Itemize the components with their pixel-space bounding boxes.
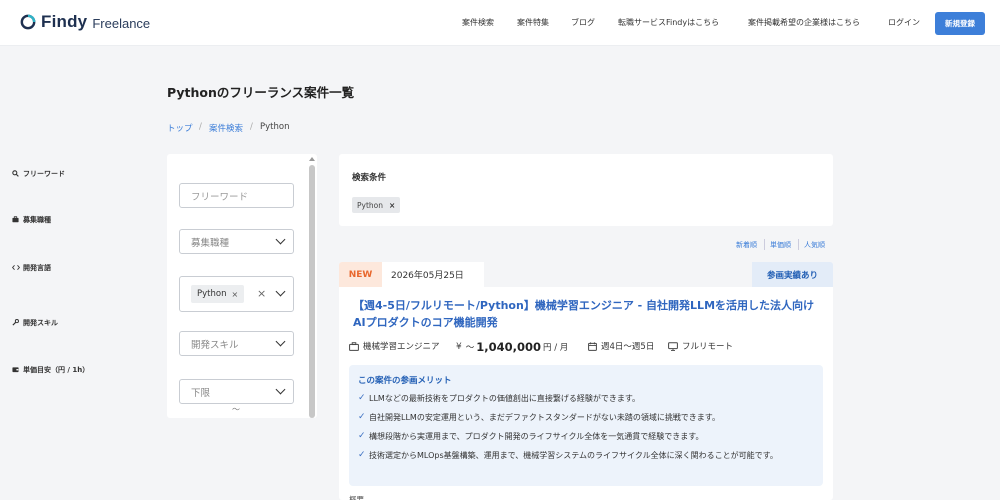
- merit-item: ✓ 構想段階から実運用まで、プロダクト開発のライフサイクル全体を一気通貫で経験で…: [358, 431, 704, 441]
- briefcase-icon: [349, 341, 359, 351]
- language-label: 開発言語: [12, 263, 51, 273]
- nav-features[interactable]: 案件特集: [517, 17, 549, 28]
- chevron-down-icon: [275, 384, 286, 395]
- yen-icon: ¥: [456, 342, 462, 352]
- remove-condition-icon[interactable]: ×: [389, 201, 395, 210]
- findy-logo-icon: [20, 14, 36, 30]
- job-days-text: 週4日〜週5日: [601, 342, 655, 352]
- nav-blog[interactable]: ブログ: [571, 17, 595, 28]
- nav-job-search[interactable]: 案件検索: [462, 17, 494, 28]
- freeword-label: フリーワード: [12, 169, 65, 179]
- condition-chip-label: Python: [357, 200, 383, 210]
- check-icon: ✓: [358, 450, 366, 460]
- brand-sub: Freelance: [92, 15, 151, 31]
- job-price: ¥ 〜 1,040,000 円 / 月: [456, 340, 568, 354]
- nav-for-companies[interactable]: 案件掲載希望の企業様はこちら: [748, 17, 860, 28]
- job-remote-text: フルリモート: [682, 342, 734, 352]
- chevron-down-icon: [275, 286, 286, 297]
- sidebar-scrollbar[interactable]: [309, 165, 315, 418]
- scroll-up-arrow-icon[interactable]: [309, 157, 315, 161]
- price-unit: 円 / 月: [543, 343, 569, 353]
- breadcrumb-current: Python: [260, 122, 290, 132]
- calendar-icon: [588, 341, 597, 351]
- price-prefix: 〜: [465, 343, 475, 353]
- job-days: 週4日〜週5日: [588, 340, 654, 352]
- nav-login[interactable]: ログイン: [888, 17, 920, 28]
- price-min-value: 下限: [191, 387, 211, 399]
- wallet-icon: [12, 366, 20, 375]
- sort-price[interactable]: 単価順: [770, 240, 791, 250]
- job-remote: フルリモート: [668, 340, 733, 352]
- skill-select[interactable]: 開発スキル: [179, 331, 294, 356]
- findy-logo[interactable]: Findy Freelance: [20, 12, 150, 32]
- merit-item: ✓ LLMなどの最新技術をプロダクトの価値創出に直接繋げる経験ができます。: [358, 393, 641, 403]
- price-min-select[interactable]: 下限: [179, 379, 294, 404]
- price-label: 単価目安（円 / 1h）: [12, 365, 89, 375]
- search-conditions-title: 検索条件: [352, 173, 387, 183]
- brand-name: Findy: [41, 12, 88, 31]
- job-role-text: 機械学習エンジニア: [363, 342, 440, 352]
- check-icon: ✓: [358, 412, 366, 422]
- language-chip-python: Python ×: [191, 285, 245, 303]
- clear-icon[interactable]: ×: [257, 287, 266, 300]
- code-icon: [12, 264, 20, 273]
- participation-badge: 参画実績あり: [752, 262, 833, 287]
- price-range-separator: 〜: [232, 405, 240, 414]
- job-type-select[interactable]: 募集職種: [179, 229, 294, 254]
- briefcase-icon: [12, 215, 20, 225]
- merit-title: この案件の参画メリット: [358, 376, 452, 386]
- sort-popular[interactable]: 人気順: [804, 240, 825, 250]
- condition-chip-python: Python ×: [352, 197, 401, 213]
- chevron-down-icon: [275, 336, 286, 347]
- signup-button[interactable]: 新規登録: [935, 12, 985, 35]
- breadcrumb-search[interactable]: 案件検索: [209, 122, 243, 134]
- merit-item: ✓ 自社開発LLMの安定運用という、まだデファクトスタンダードがない未踏の領域に…: [358, 412, 721, 422]
- new-badge: NEW: [339, 262, 382, 287]
- chevron-down-icon: [275, 234, 286, 245]
- breadcrumb-separator: /: [250, 122, 253, 132]
- nav-findy-career[interactable]: 転職サービスFindyはこちら: [618, 17, 719, 28]
- sort-divider: [764, 239, 765, 250]
- skill-label: 開発スキル: [12, 318, 58, 328]
- search-conditions-panel: [339, 154, 833, 226]
- top-header: Findy Freelance 案件検索 案件特集 ブログ 転職サービスFind…: [0, 0, 1000, 46]
- monitor-icon: [668, 341, 678, 351]
- breadcrumb-top[interactable]: トップ: [167, 122, 193, 134]
- job-title-link[interactable]: 【週4-5日/フルリモート/Python】機械学習エンジニア - 自社開発LLM…: [353, 298, 823, 331]
- price-amount: 1,040,000: [476, 340, 541, 354]
- check-icon: ✓: [358, 431, 366, 441]
- merit-item: ✓ 技術選定からMLOps基盤構築、運用まで、機械学習システムのライフサイクル全…: [358, 450, 778, 460]
- remove-chip-icon[interactable]: ×: [231, 290, 238, 299]
- check-icon: ✓: [358, 393, 366, 403]
- job-date: 2026年05月25日: [382, 262, 484, 287]
- job-role: 機械学習エンジニア: [349, 340, 440, 352]
- breadcrumb-separator: /: [199, 122, 202, 132]
- job-type-label: 募集職種: [12, 215, 51, 225]
- search-icon: [12, 169, 20, 179]
- page-title: Pythonのフリーランス案件一覧: [167, 85, 355, 100]
- sort-newest[interactable]: 新着順: [736, 240, 757, 250]
- freeword-input[interactable]: フリーワード: [179, 183, 294, 208]
- skill-value: 開発スキル: [191, 339, 239, 351]
- overview-heading: 概要: [349, 495, 364, 500]
- language-chip-label: Python: [197, 289, 227, 299]
- sort-divider: [798, 239, 799, 250]
- job-type-value: 募集職種: [191, 237, 230, 249]
- wrench-icon: [12, 318, 20, 328]
